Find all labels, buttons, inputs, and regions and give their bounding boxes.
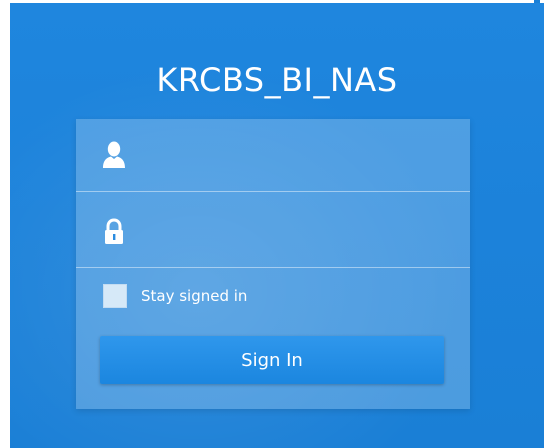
username-input[interactable]: [138, 133, 452, 179]
sign-in-button[interactable]: Sign In: [100, 336, 444, 384]
login-panel: Stay signed in Sign In: [76, 119, 470, 409]
field-divider: [76, 267, 470, 268]
lock-icon: [102, 218, 126, 246]
password-field[interactable]: [76, 192, 470, 264]
login-background: KRCBS_BI_NAS Stay signed in Sign In: [10, 0, 544, 448]
top-strip: [10, 0, 544, 3]
stay-signed-in-label[interactable]: Stay signed in: [141, 287, 247, 305]
stay-signed-in-row[interactable]: Stay signed in: [103, 283, 247, 309]
stay-signed-in-checkbox[interactable]: [103, 284, 127, 308]
password-input[interactable]: [138, 206, 452, 252]
username-field[interactable]: [76, 119, 470, 191]
corner-mark: [534, 0, 540, 3]
user-icon: [102, 141, 126, 169]
server-name-title: KRCBS_BI_NAS: [156, 61, 398, 99]
